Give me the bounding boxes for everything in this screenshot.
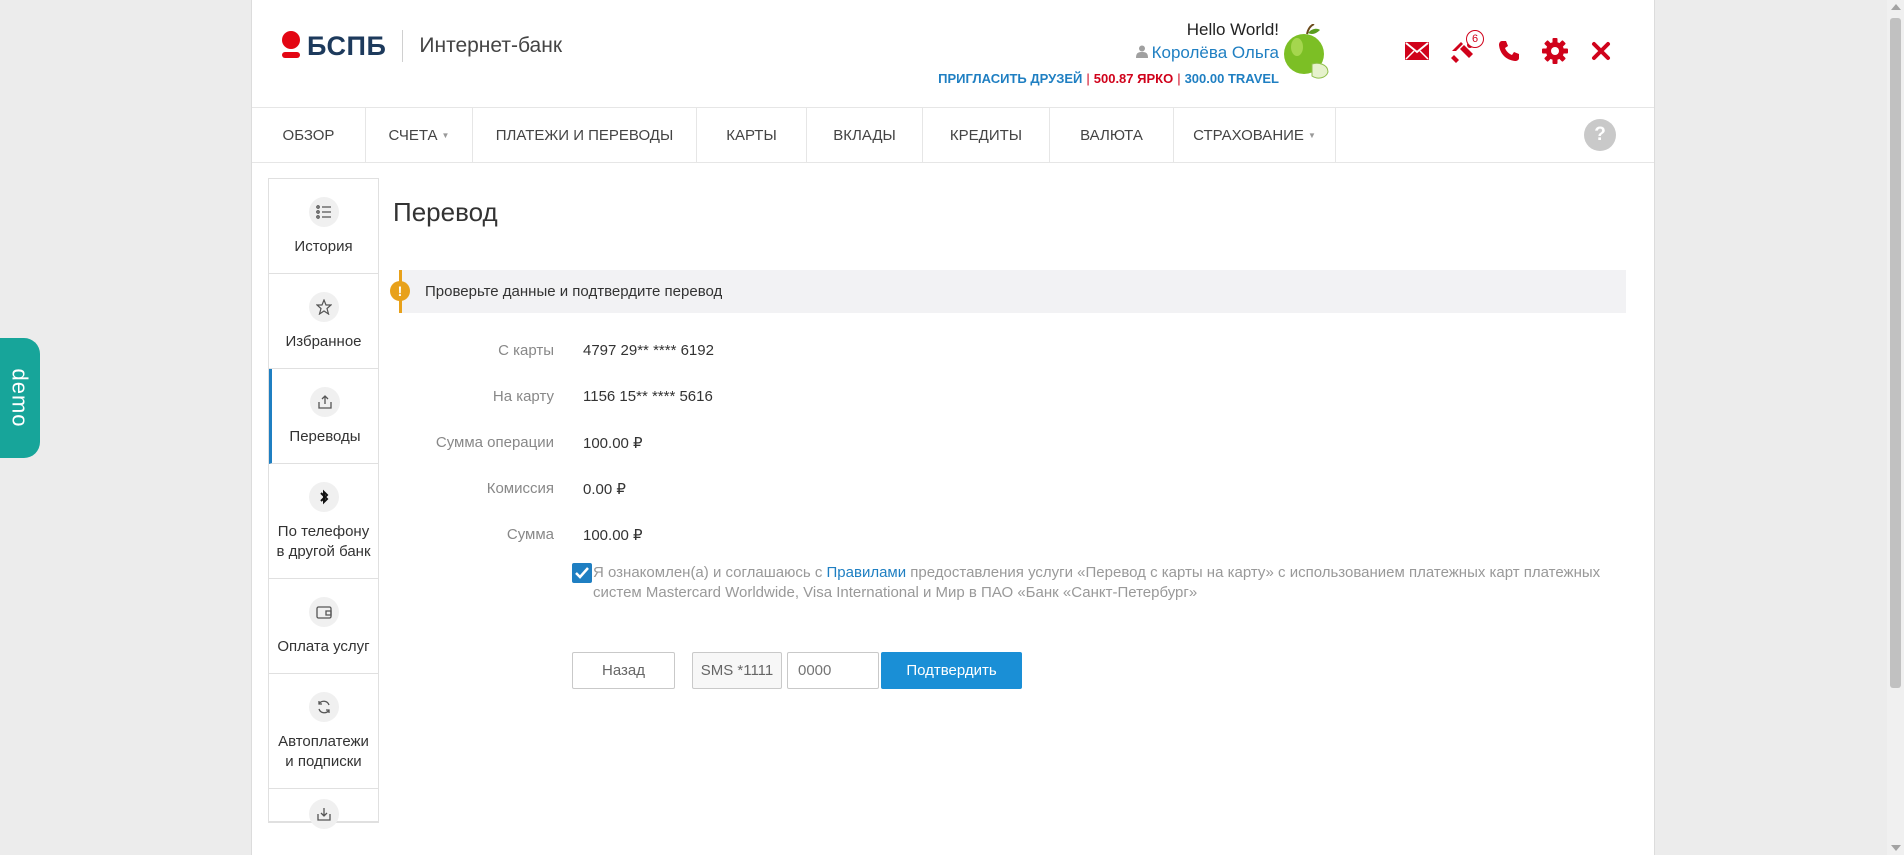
star-icon bbox=[308, 292, 339, 322]
nav-label: КРЕДИТЫ bbox=[949, 126, 1023, 144]
warning-icon: ! bbox=[390, 281, 410, 301]
detail-value: 4797 29** **** 6192 bbox=[583, 342, 714, 359]
travel-balance[interactable]: 300.00 TRAVEL bbox=[1185, 71, 1279, 86]
nav-item-currency[interactable]: ВАЛЮТА bbox=[1050, 108, 1174, 162]
main-nav: ОБЗОР СЧЕТА ▼ ПЛАТЕЖИ И ПЕРЕВОДЫ КАРТЫ ВК… bbox=[252, 107, 1654, 163]
nav-label: ПЛАТЕЖИ И ПЕРЕВОДЫ bbox=[495, 126, 674, 144]
list-icon bbox=[308, 197, 339, 227]
sidebar: История Избранное Переводы По телефону в… bbox=[268, 178, 379, 829]
agreement-checkbox[interactable] bbox=[572, 563, 592, 583]
nav-item-credits[interactable]: КРЕДИТЫ bbox=[923, 108, 1050, 162]
agreement-text: Я ознакомлен(а) и соглашаюсь с Правилами… bbox=[593, 563, 1612, 603]
nav-item-cards[interactable]: КАРТЫ bbox=[697, 108, 807, 162]
refresh-icon bbox=[308, 692, 339, 722]
page-title: Перевод bbox=[393, 197, 498, 227]
sidebar-item-more[interactable] bbox=[269, 789, 378, 829]
nav-label: КАРТЫ bbox=[726, 126, 777, 144]
nav-item-payments[interactable]: ПЛАТЕЖИ И ПЕРЕВОДЫ bbox=[473, 108, 697, 162]
agreement-prefix: Я ознакомлен(а) и соглашаюсь с bbox=[593, 564, 827, 581]
detail-row-operation-sum: Сумма операции 100.00 ₽ bbox=[252, 434, 1252, 454]
sidebar-item-services[interactable]: Оплата услуг bbox=[269, 579, 378, 674]
sidebar-item-label: Оплата услуг bbox=[277, 638, 370, 655]
greeting: Hello World! bbox=[1186, 20, 1279, 39]
nav-item-overview[interactable]: ОБЗОР bbox=[252, 108, 366, 162]
back-button[interactable]: Назад bbox=[572, 652, 675, 689]
invite-friends-link[interactable]: ПРИГЛАСИТЬ ДРУЗЕЙ bbox=[938, 71, 1082, 86]
nav-item-insurance[interactable]: СТРАХОВАНИЕ ▼ bbox=[1174, 108, 1336, 162]
nav-item-deposits[interactable]: ВКЛАДЫ bbox=[807, 108, 923, 162]
bank-logo[interactable]: БСПБ Интернет-банк bbox=[282, 30, 562, 62]
scrollbar[interactable] bbox=[1887, 0, 1904, 855]
sidebar-item-label: История bbox=[294, 238, 353, 255]
user-info: Hello World! Королёва Ольга ПРИГЛАСИТЬ Д… bbox=[938, 20, 1279, 86]
rules-link[interactable]: Правилами bbox=[827, 564, 907, 581]
download-icon bbox=[308, 799, 339, 829]
scroll-down-icon[interactable] bbox=[1891, 845, 1901, 851]
notifications-badge: 6 bbox=[1466, 30, 1484, 48]
detail-row-total: Сумма 100.00 ₽ bbox=[252, 526, 1252, 546]
gift-icon[interactable]: 6 bbox=[1450, 30, 1484, 64]
mail-icon[interactable] bbox=[1404, 38, 1430, 64]
caret-down-icon: ▼ bbox=[1307, 130, 1316, 140]
detail-label: Комиссия bbox=[486, 480, 554, 497]
detail-label: Сумма bbox=[506, 526, 554, 543]
logo-mark-icon bbox=[282, 31, 300, 61]
nav-label: ОБЗОР bbox=[282, 126, 335, 144]
caret-down-icon: ▼ bbox=[441, 130, 450, 140]
detail-value: 100.00 ₽ bbox=[583, 435, 643, 452]
sidebar-item-label: Автоплатежи и подписки bbox=[278, 733, 369, 770]
agreement: Я ознакомлен(а) и соглашаюсь с Правилами… bbox=[572, 563, 1612, 603]
page-container: БСПБ Интернет-банк Hello World! Королёва… bbox=[251, 0, 1655, 855]
header-tools: 6 bbox=[1404, 30, 1634, 64]
help-button[interactable]: ? bbox=[1584, 119, 1616, 151]
detail-label: На карту bbox=[492, 388, 554, 405]
logo-divider bbox=[402, 30, 404, 62]
alert-text: Проверьте данные и подтвердите перевод bbox=[425, 283, 723, 300]
sms-code-input[interactable] bbox=[787, 652, 879, 689]
detail-row-from-card: С карты 4797 29** **** 6192 bbox=[252, 342, 1252, 362]
detail-row-commission: Комиссия 0.00 ₽ bbox=[252, 480, 1252, 500]
nav-label: СТРАХОВАНИЕ bbox=[1193, 126, 1304, 144]
user-name-link[interactable]: Королёва Ольга bbox=[938, 43, 1279, 63]
detail-value: 100.00 ₽ bbox=[583, 527, 643, 544]
person-icon bbox=[1135, 45, 1148, 61]
sidebar-item-autopay[interactable]: Автоплатежи и подписки bbox=[269, 674, 378, 789]
close-icon[interactable] bbox=[1588, 38, 1614, 64]
nav-item-accounts[interactable]: СЧЕТА ▼ bbox=[366, 108, 473, 162]
nav-label: СЧЕТА bbox=[388, 126, 438, 144]
nav-label: ВАЛЮТА bbox=[1080, 126, 1143, 144]
wallet-icon bbox=[308, 597, 339, 627]
logo-text: БСПБ bbox=[307, 30, 387, 61]
promo-line: ПРИГЛАСИТЬ ДРУЗЕЙ | 500.87 ЯРКО | 300.00 TRA… bbox=[938, 71, 1279, 86]
logo-subtitle: Интернет-банк bbox=[419, 34, 563, 57]
apple-avatar-icon[interactable] bbox=[1282, 23, 1330, 80]
nav-label: ВКЛАДЫ bbox=[833, 126, 896, 144]
scroll-thumb[interactable] bbox=[1890, 18, 1901, 688]
gear-icon[interactable] bbox=[1542, 38, 1568, 64]
confirm-button[interactable]: Подтвердить bbox=[881, 652, 1022, 689]
detail-row-to-card: На карту 1156 15** **** 5616 bbox=[252, 388, 1252, 408]
detail-label: С карты bbox=[498, 342, 554, 359]
demo-tab-label: demo bbox=[8, 368, 34, 428]
demo-tab[interactable]: demo bbox=[0, 338, 40, 458]
detail-label: Сумма операции bbox=[435, 434, 554, 451]
user-name: Королёва Ольга bbox=[1151, 43, 1279, 62]
phone-icon[interactable] bbox=[1496, 38, 1522, 64]
scroll-up-icon[interactable] bbox=[1891, 4, 1901, 10]
sms-prefix: SMS *1111 bbox=[692, 652, 782, 689]
alert-banner: ! Проверьте данные и подтвердите перевод bbox=[390, 270, 1626, 313]
detail-value: 1156 15** **** 5616 bbox=[583, 388, 713, 405]
yarko-balance[interactable]: 500.87 ЯРКО bbox=[1094, 71, 1173, 86]
detail-value: 0.00 ₽ bbox=[583, 481, 626, 498]
sidebar-item-history[interactable]: История bbox=[269, 179, 378, 274]
